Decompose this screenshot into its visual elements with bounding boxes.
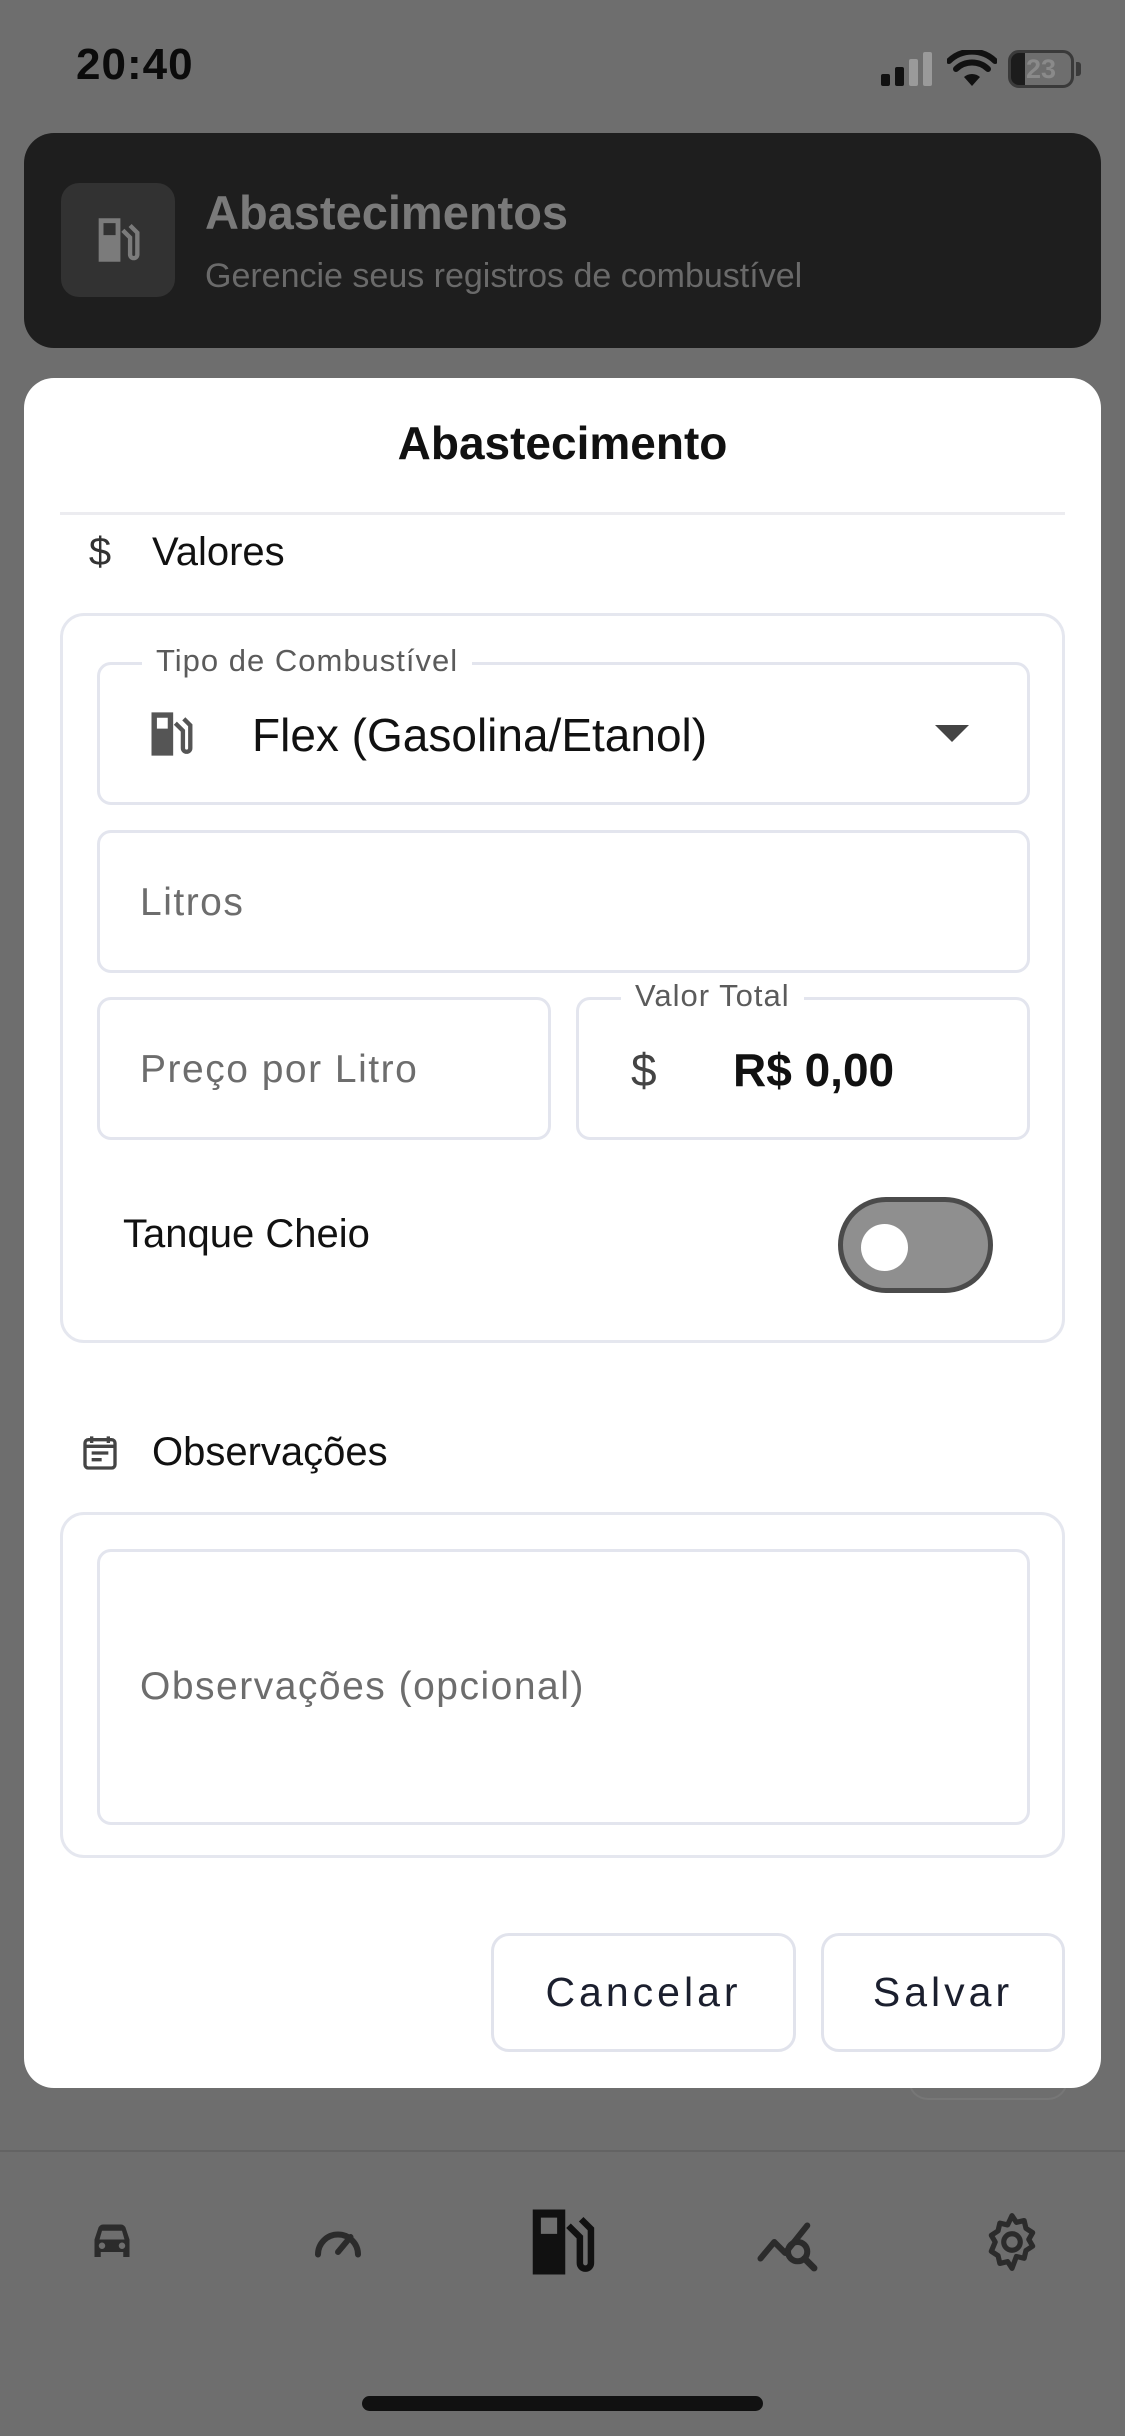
price-per-liter-placeholder: Preço por Litro xyxy=(140,1048,419,1091)
car-icon xyxy=(94,2224,130,2257)
bottom-navigation xyxy=(0,2150,1125,2436)
nav-settings[interactable] xyxy=(972,2202,1052,2282)
notes-section-label: Observações xyxy=(152,1430,388,1474)
fueling-dialog: Abastecimento $ Valores Tipo de Combustí… xyxy=(24,378,1101,2088)
battery-icon: 23 xyxy=(1008,50,1081,88)
notes-placeholder: Observações (opcional) xyxy=(140,1665,585,1708)
currency-prefix-icon: $ xyxy=(631,1044,657,1096)
full-tank-label: Tanque Cheio xyxy=(123,1212,370,1256)
notes-card: Observações (opcional) xyxy=(60,1512,1065,1858)
full-tank-toggle[interactable] xyxy=(838,1197,993,1293)
wifi-icon xyxy=(947,50,997,86)
speedometer-icon xyxy=(315,2231,361,2258)
nav-vehicles[interactable] xyxy=(72,2202,152,2282)
status-bar: 20:40 23 xyxy=(0,0,1125,135)
notes-section-header: Observações xyxy=(80,1430,388,1475)
liters-placeholder: Litros xyxy=(140,881,245,924)
fuel-type-label: Tipo de Combustível xyxy=(142,643,473,679)
nav-fuel[interactable] xyxy=(522,2202,602,2282)
dialog-title: Abastecimento xyxy=(397,417,728,469)
fuel-type-select[interactable]: Tipo de Combustível Flex (Gasolina/Etano… xyxy=(97,643,1030,805)
nav-reports[interactable] xyxy=(748,2202,828,2282)
save-button[interactable]: Salvar xyxy=(821,1933,1065,2052)
gear-icon xyxy=(988,2213,1036,2271)
total-value: R$ 0,00 xyxy=(733,1044,895,1096)
values-section-label: Valores xyxy=(152,530,285,574)
cancel-button[interactable]: Cancelar xyxy=(491,1933,796,2052)
status-time: 20:40 xyxy=(76,40,194,89)
liters-input[interactable]: Litros xyxy=(97,830,1030,973)
home-indicator xyxy=(362,2396,763,2411)
header-icon-box xyxy=(61,183,175,297)
fuel-pump-icon xyxy=(98,218,140,262)
total-value-field[interactable]: Valor Total $ R$ 0,00 xyxy=(576,978,1030,1140)
toggle-knob xyxy=(861,1224,908,1271)
total-value-label: Valor Total xyxy=(621,978,804,1014)
values-card: Tipo de Combustível Flex (Gasolina/Etano… xyxy=(60,613,1065,1343)
fuel-type-value: Flex (Gasolina/Etanol) xyxy=(252,709,708,761)
page-header: Abastecimentos Gerencie seus registros d… xyxy=(24,133,1101,348)
header-subtitle: Gerencie seus registros de combustível xyxy=(205,257,803,295)
chart-search-icon xyxy=(757,2222,818,2272)
notes-icon xyxy=(80,1433,120,1473)
dialog-divider xyxy=(60,512,1065,515)
values-section-header: $ Valores xyxy=(80,530,285,575)
cellular-signal-icon xyxy=(881,52,932,86)
price-per-liter-input[interactable]: Preço por Litro xyxy=(97,997,551,1140)
nav-odometer[interactable] xyxy=(298,2202,378,2282)
dollar-icon: $ xyxy=(88,530,112,574)
header-title: Abastecimentos xyxy=(205,186,569,239)
battery-level: 23 xyxy=(1025,54,1057,84)
fuel-pump-icon xyxy=(151,712,193,756)
dropdown-arrow-icon xyxy=(935,725,969,742)
fuel-pump-icon xyxy=(532,2209,595,2275)
notes-textarea[interactable]: Observações (opcional) xyxy=(97,1549,1030,1825)
